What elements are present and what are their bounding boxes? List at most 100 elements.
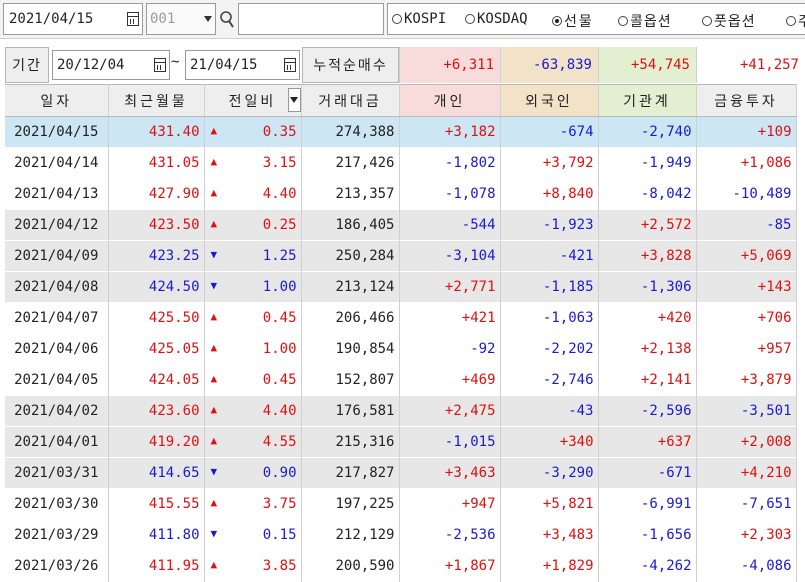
radio-call-circle[interactable] [618, 16, 628, 26]
header-financial-investment[interactable]: 금융투자 [696, 84, 797, 117]
cell-front-month-price: 423.50 [108, 209, 205, 241]
cell-date: 2021/04/02 [5, 395, 109, 427]
code-combo[interactable]: 001 [146, 3, 216, 35]
calendar-icon[interactable] [124, 4, 142, 34]
date-field[interactable]: 2021/04/15 [3, 3, 143, 35]
period-from-field[interactable]: 20/12/04 [52, 50, 170, 80]
table-row[interactable]: 2021/04/01 419.20 ▲ 4.55 215,316 -1,015 +340 +6… [5, 426, 797, 458]
radio-futures[interactable]: 선물 [552, 11, 594, 31]
up-arrow-icon: ▲ [210, 403, 218, 416]
cell-individual: -544 [399, 209, 501, 241]
cell-institution: -6,991 [598, 488, 697, 520]
cell-individual: +2,771 [399, 271, 501, 303]
calendar-icon[interactable] [151, 51, 169, 79]
table-row[interactable]: 2021/04/13 427.90 ▲ 4.40 213,357 -1,078 +8,840… [5, 178, 797, 210]
search-icon[interactable] [218, 5, 236, 33]
cell-foreign: -1,185 [500, 271, 599, 303]
cell-date: 2021/04/14 [5, 147, 109, 179]
cell-financial-investment: +706 [696, 302, 797, 334]
table-row[interactable]: 2021/04/07 425.50 ▲ 0.45 206,466 +421 -1,063 +4… [5, 302, 797, 334]
cell-foreign: -674 [500, 116, 599, 148]
cell-front-month-price: 424.50 [108, 271, 205, 303]
radio-stock[interactable]: 주 [786, 11, 805, 31]
cell-financial-investment: +2,303 [696, 519, 797, 551]
sort-dropdown-icon[interactable] [287, 88, 300, 112]
cell-front-month-price: 431.05 [108, 147, 205, 179]
change-value: 0.45 [262, 372, 297, 388]
change-value: 1.00 [262, 279, 297, 295]
cell-change: ▲ 0.25 [204, 209, 302, 241]
header-trade-amount[interactable]: 거래대금 [301, 84, 400, 117]
top-toolbar: 2021/04/15 001 KOSPI KOSDAQ 선물 콜옵션 풋옵션 주 [0, 0, 805, 39]
table-row[interactable]: 2021/04/06 425.05 ▲ 1.00 190,854 -92 -2,202 +2,… [5, 333, 797, 365]
radio-futures-circle[interactable] [552, 16, 562, 26]
cell-change: ▲ 0.35 [204, 116, 302, 148]
cell-foreign: +3,483 [500, 519, 599, 551]
cell-trade-amount: 152,807 [301, 364, 400, 396]
radio-kosdaq[interactable]: KOSDAQ [465, 11, 528, 27]
table-header-row: 일자 최근월물 전일비 거래대금 개인 외국인 기관계 금융투자 [5, 84, 797, 117]
cell-institution: +2,141 [598, 364, 697, 396]
search-input[interactable] [238, 3, 384, 35]
cell-trade-amount: 274,388 [301, 116, 400, 148]
cell-trade-amount: 213,357 [301, 178, 400, 210]
period-label: 기간 [5, 47, 49, 83]
cell-front-month-price: 423.25 [108, 240, 205, 272]
cell-front-month-price: 423.60 [108, 395, 205, 427]
header-front-month[interactable]: 최근월물 [108, 84, 205, 117]
cell-change: ▼ 0.15 [204, 519, 302, 551]
cell-individual: +2,475 [399, 395, 501, 427]
header-date[interactable]: 일자 [5, 84, 109, 117]
header-change[interactable]: 전일비 [204, 84, 302, 117]
dropdown-arrow-icon[interactable] [201, 4, 215, 34]
table-row[interactable]: 2021/03/31 414.65 ▼ 0.90 217,827 +3,463 -3,290… [5, 457, 797, 489]
change-value: 0.25 [262, 217, 297, 233]
cell-individual: -3,104 [399, 240, 501, 272]
cell-date: 2021/03/26 [5, 550, 109, 582]
period-to-value: 21/04/15 [190, 57, 258, 73]
change-value: 3.85 [262, 558, 297, 574]
sum-institution: +54,745 [598, 47, 696, 83]
change-value: 0.35 [262, 124, 297, 140]
radio-kospi[interactable]: KOSPI [392, 11, 446, 27]
table-row[interactable]: 2021/03/29 411.80 ▼ 0.15 212,129 -2,536 +3,483… [5, 519, 797, 551]
code-value: 001 [150, 11, 176, 27]
change-value: 4.40 [262, 186, 297, 202]
table-row[interactable]: 2021/03/30 415.55 ▲ 3.75 197,225 +947 +5,821 -6… [5, 488, 797, 520]
cell-individual: +469 [399, 364, 501, 396]
period-to-field[interactable]: 21/04/15 [185, 50, 300, 80]
table-row[interactable]: 2021/04/09 423.25 ▼ 1.25 250,284 -3,104 -421 +3… [5, 240, 797, 272]
cumulative-net-buy-label: 누적순매수 [302, 47, 399, 83]
header-institution[interactable]: 기관계 [598, 84, 697, 117]
radio-call-option[interactable]: 콜옵션 [618, 11, 672, 31]
radio-put-circle[interactable] [702, 16, 712, 26]
cell-financial-investment: +4,210 [696, 457, 797, 489]
cell-front-month-price: 411.80 [108, 519, 205, 551]
header-individual[interactable]: 개인 [399, 84, 501, 117]
change-value: 1.25 [262, 248, 297, 264]
radio-kosdaq-circle[interactable] [465, 14, 475, 24]
cell-date: 2021/04/07 [5, 302, 109, 334]
cell-foreign: -2,202 [500, 333, 599, 365]
radio-kospi-label: KOSPI [404, 11, 447, 27]
calendar-icon[interactable] [281, 51, 299, 79]
radio-put-option[interactable]: 풋옵션 [702, 11, 756, 31]
change-value: 3.15 [262, 155, 297, 171]
table-row[interactable]: 2021/04/05 424.05 ▲ 0.45 152,807 +469 -2,746 +2… [5, 364, 797, 396]
table-row[interactable]: 2021/03/26 411.95 ▲ 3.85 200,590 +1,867 +1,829… [5, 550, 797, 582]
radio-kospi-circle[interactable] [392, 14, 402, 24]
table-row[interactable]: 2021/04/15 431.40 ▲ 0.35 274,388 +3,182 -674 -2… [5, 116, 797, 148]
cell-change: ▲ 4.55 [204, 426, 302, 458]
table-row[interactable]: 2021/04/02 423.60 ▲ 4.40 176,581 +2,475 -43 -2,… [5, 395, 797, 427]
change-value: 4.55 [262, 434, 297, 450]
header-foreign[interactable]: 외국인 [500, 84, 599, 117]
radio-stock-circle[interactable] [786, 16, 796, 26]
cell-front-month-price: 419.20 [108, 426, 205, 458]
down-arrow-icon: ▼ [210, 248, 218, 261]
cell-individual: -2,536 [399, 519, 501, 551]
table-row[interactable]: 2021/04/08 424.50 ▼ 1.00 213,124 +2,771 -1,185… [5, 271, 797, 303]
cell-institution: -2,740 [598, 116, 697, 148]
table-row[interactable]: 2021/04/14 431.05 ▲ 3.15 217,426 -1,802 +3,792… [5, 147, 797, 179]
table-row[interactable]: 2021/04/12 423.50 ▲ 0.25 186,405 -544 -1,923 +2… [5, 209, 797, 241]
radio-kosdaq-label: KOSDAQ [477, 11, 528, 27]
